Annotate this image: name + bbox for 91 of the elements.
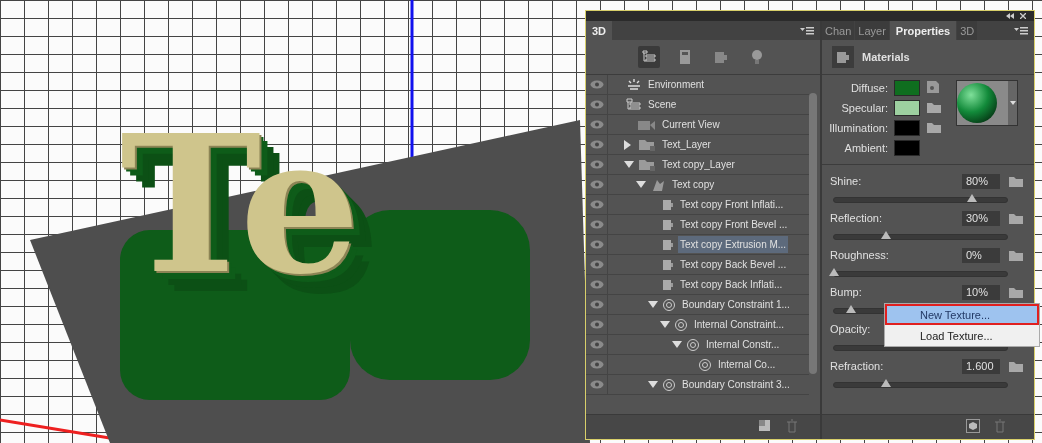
menu-item[interactable]: Load Texture...	[885, 325, 1039, 346]
ring-icon	[662, 297, 676, 312]
ring-icon	[698, 357, 712, 372]
scene-tree-icon	[626, 97, 642, 112]
folder-icon	[638, 138, 656, 151]
slider-track[interactable]	[833, 382, 1008, 388]
material-icon	[662, 198, 674, 211]
layer-item[interactable]: Internal Constr...	[704, 336, 782, 353]
slider-thumb[interactable]	[880, 231, 891, 239]
trash-icon[interactable]	[994, 419, 1006, 435]
color-swatch[interactable]	[894, 100, 920, 116]
folder-icon[interactable]	[926, 120, 942, 136]
slider-thumb[interactable]	[967, 194, 978, 202]
folder-icon	[638, 158, 656, 171]
disclosure-triangle-icon[interactable]	[624, 139, 631, 150]
material-icon	[832, 46, 854, 68]
panel-heading: Materials	[862, 51, 910, 63]
color-label: Illumination:	[828, 122, 888, 134]
layer-item[interactable]: Boundary Constraint 3...	[680, 376, 792, 393]
folder-icon[interactable]	[1008, 248, 1024, 262]
color-swatch[interactable]	[894, 120, 920, 136]
disclosure-triangle-icon[interactable]	[660, 321, 670, 328]
folder-icon[interactable]	[1008, 211, 1024, 225]
slider-label: Reflection:	[830, 212, 883, 224]
layer-item[interactable]: Internal Constraint...	[692, 316, 787, 333]
layer-item[interactable]: Text copy Front Bevel ...	[678, 216, 790, 233]
slider-thumb[interactable]	[880, 379, 891, 387]
caret-icon[interactable]	[1008, 81, 1017, 125]
slider-thumb[interactable]	[846, 305, 857, 313]
layer-item[interactable]: Text copy Back Bevel ...	[678, 256, 789, 273]
layer-item[interactable]: Text copy	[670, 176, 717, 193]
layer-item[interactable]: Environment	[646, 76, 707, 93]
collapse-icon[interactable]	[1006, 13, 1014, 19]
folder-icon[interactable]	[1008, 359, 1024, 373]
color-label: Ambient:	[843, 142, 888, 154]
material-icon	[662, 218, 674, 231]
slider-track[interactable]	[833, 197, 1008, 203]
color-label: Specular:	[840, 102, 888, 114]
layer-item[interactable]: Text copy_Layer	[660, 156, 737, 173]
panel-tab[interactable]: 3D	[586, 21, 613, 40]
disclosure-triangle-icon[interactable]	[636, 181, 646, 188]
disclosure-triangle-icon[interactable]	[648, 381, 658, 388]
material-icon	[662, 238, 674, 251]
folder-icon[interactable]	[1008, 174, 1024, 188]
slider-thumb[interactable]	[829, 268, 839, 276]
slider-label: Bump:	[830, 286, 863, 298]
slider-label: Refraction:	[830, 360, 885, 372]
slider-track[interactable]	[833, 234, 1008, 240]
layer-item[interactable]: Text copy Extrusion M...	[678, 236, 789, 253]
panel-tab[interactable]: 3D	[957, 21, 978, 40]
sphere-icon	[957, 83, 997, 123]
environment-icon	[626, 77, 642, 92]
color-swatch[interactable]	[894, 140, 920, 156]
panel-tab[interactable]: Chan	[822, 21, 855, 40]
close-icon[interactable]	[1020, 13, 1026, 19]
cube-icon[interactable]	[966, 419, 980, 435]
camera-icon	[638, 118, 656, 131]
ring-icon	[686, 337, 700, 352]
value-field[interactable]: 10%	[962, 284, 1000, 300]
layer-item[interactable]: Boundary Constraint 1...	[680, 296, 792, 313]
folder-icon[interactable]	[926, 100, 942, 116]
value-field[interactable]: 30%	[962, 210, 1000, 226]
trash-icon[interactable]	[786, 419, 798, 435]
layer-item[interactable]: Internal Co...	[716, 356, 778, 373]
layer-item[interactable]: Text_Layer	[660, 136, 713, 153]
disclosure-triangle-icon[interactable]	[672, 341, 682, 348]
layer-item[interactable]: Text copy Back Inflati...	[678, 276, 785, 293]
menu-item[interactable]: New Texture...	[885, 304, 1039, 325]
material-preview[interactable]	[956, 80, 1018, 126]
panel-tab[interactable]: Layer	[855, 21, 889, 40]
material-icon	[662, 258, 674, 271]
panel-tab[interactable]: Properties	[889, 21, 957, 40]
ring-icon	[674, 317, 688, 332]
value-field[interactable]: 0%	[962, 247, 1000, 263]
value-field[interactable]: 80%	[962, 173, 1000, 189]
value-field[interactable]: 1.600	[962, 358, 1000, 374]
layer-item[interactable]: Current View	[660, 116, 722, 133]
slider-label: Opacity:	[830, 323, 872, 335]
material-icon	[662, 278, 674, 291]
layer-item[interactable]: Scene	[646, 96, 679, 113]
color-label: Diffuse:	[849, 82, 888, 94]
disclosure-triangle-icon[interactable]	[648, 301, 658, 308]
layer-item[interactable]: Text copy Front Inflati...	[678, 196, 786, 213]
scrollbar[interactable]	[809, 93, 817, 374]
color-swatch[interactable]	[894, 80, 920, 96]
folder-icon[interactable]	[1008, 285, 1024, 299]
slider-label: Shine:	[830, 175, 863, 187]
scene-filter-icon[interactable]	[638, 46, 660, 68]
ring-icon	[662, 377, 676, 392]
slider-label: Roughness:	[830, 249, 890, 261]
texture-image-icon[interactable]	[926, 80, 940, 96]
